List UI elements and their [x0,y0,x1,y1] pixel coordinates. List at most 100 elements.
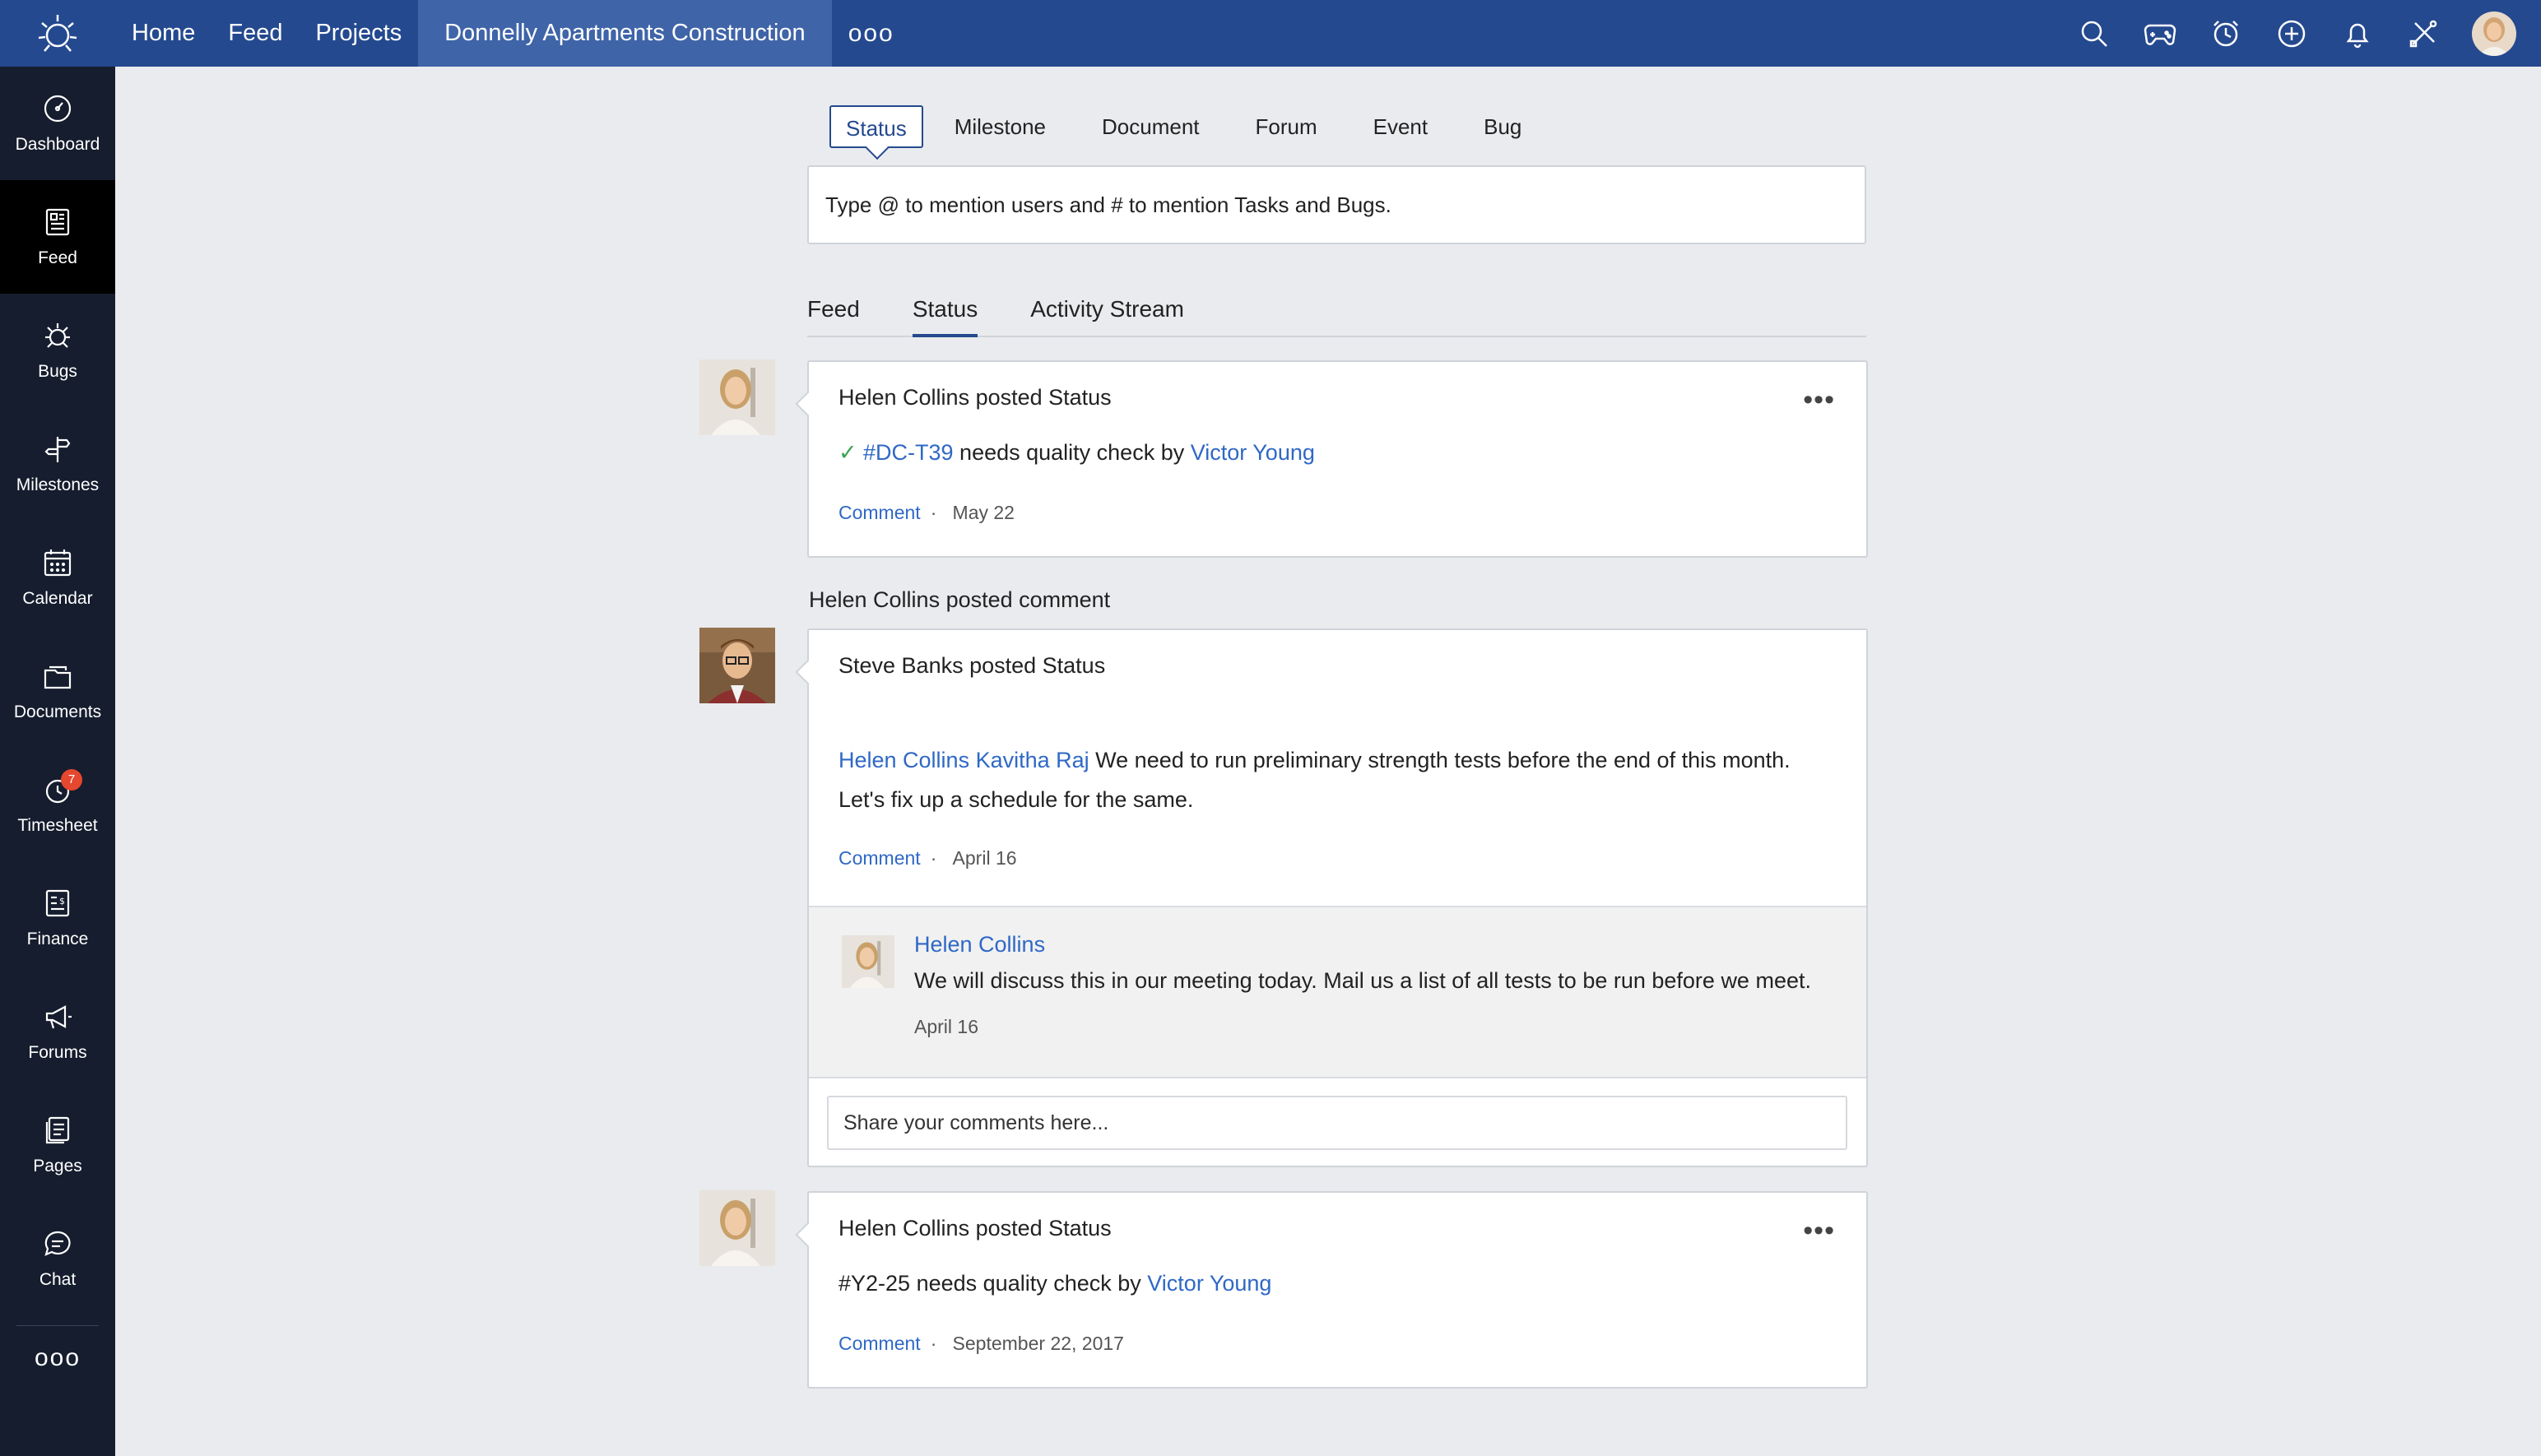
post-context: Helen Collins posted comment [809,587,1111,612]
stream-tabs: Feed Status Activity Stream [807,296,1866,337]
stream-tab-status[interactable]: Status [912,296,978,337]
sidebar-item-label: Bugs [38,362,77,381]
sidebar-item-label: Documents [13,702,102,721]
tools-icon[interactable] [2406,16,2441,51]
post-date: April 16 [952,847,1017,869]
top-bar: Home Feed Projects Donnelly Apartments C… [0,0,2541,67]
folder-icon [41,660,74,693]
sidebar-item-label: Forums [28,1043,87,1062]
nav-feed[interactable]: Feed [211,0,299,67]
sidebar-item-finance[interactable]: $ Finance [0,861,115,975]
tab-status[interactable]: Status [829,105,923,148]
sidebar-item-pages[interactable]: Pages [0,1088,115,1202]
comment-link[interactable]: Comment [838,502,921,523]
nav-projects[interactable]: Projects [299,0,418,67]
meta-separator: · [930,1333,937,1354]
reply-date: April 16 [914,1016,978,1037]
task-tag-link[interactable]: #DC-T39 [863,440,954,465]
task-tag[interactable]: #Y2-25 [838,1271,910,1296]
tab-milestone[interactable]: Milestone [927,105,1074,148]
post-card: Steve Banks posted Status Helen Collins … [807,628,1868,1167]
plus-circle-icon[interactable] [2274,16,2309,51]
avatar [842,935,894,988]
post-meta: Comment · May 22 [838,502,1015,524]
sidebar-item-documents[interactable]: Documents [0,634,115,748]
nav-more-button[interactable]: ooo [832,0,911,67]
sidebar-item-feed[interactable]: Feed [0,180,115,294]
nav-home[interactable]: Home [115,0,211,67]
post-text: needs quality check by [959,440,1185,465]
sidebar-item-label: Pages [33,1157,82,1175]
sidebar-more-button[interactable]: ooo [0,1326,115,1372]
tab-event[interactable]: Event [1345,105,1456,148]
mention-link[interactable]: Victor Young [1191,440,1315,465]
gamepad-icon[interactable] [2143,16,2177,51]
sidebar-item-label: Dashboard [15,135,100,154]
post-body: ✓ #DC-T39 needs quality check by Victor Y… [838,433,1315,472]
post-menu-button[interactable]: ••• [1803,386,1835,414]
top-icons [2046,0,2516,67]
post-text-line1: We need to run preliminary strength test… [1095,748,1791,772]
search-icon[interactable] [2077,16,2111,51]
app-logo-icon[interactable] [0,0,115,67]
stream-tab-feed[interactable]: Feed [807,296,860,337]
nav-current-project[interactable]: Donnelly Apartments Construction [418,0,832,67]
post-date: May 22 [952,502,1015,523]
post-meta: Comment · April 16 [838,847,1017,869]
sidebar-item-label: Chat [39,1270,77,1289]
post-menu-button[interactable]: ••• [1803,1217,1835,1245]
comment-input[interactable]: Share your comments here... [827,1096,1847,1150]
tab-document[interactable]: Document [1074,105,1228,148]
post-title: Steve Banks posted Status [838,653,1106,678]
post-title: Helen Collins posted Status [838,385,1112,410]
post-date: September 22, 2017 [952,1333,1124,1354]
avatar [699,628,775,703]
calendar-icon [41,546,74,579]
post-body: #Y2-25 needs quality check by Victor You… [838,1264,1271,1303]
meta-separator: · [930,847,937,869]
sidebar-item-calendar[interactable]: Calendar [0,521,115,634]
comment-link[interactable]: Comment [838,1333,921,1354]
mention-link[interactable]: Victor Young [1147,1271,1271,1296]
finance-icon: $ [41,887,74,920]
sidebar-item-milestones[interactable]: Milestones [0,407,115,521]
meta-separator: · [930,502,937,523]
post-text-line2: Let's fix up a schedule for the same. [838,787,1194,812]
user-avatar[interactable] [2472,11,2516,56]
post-meta: Comment · September 22, 2017 [838,1333,1124,1355]
comment-link[interactable]: Comment [838,847,921,869]
sidebar-item-bugs[interactable]: Bugs [0,294,115,407]
top-nav: Home Feed Projects Donnelly Apartments C… [115,0,911,67]
post-card: Helen Collins posted Status ••• #Y2-25 n… [807,1191,1868,1389]
tab-forum[interactable]: Forum [1228,105,1345,148]
stream-tab-activity-stream[interactable]: Activity Stream [1030,296,1184,337]
sidebar-item-timesheet[interactable]: 7 Timesheet [0,748,115,861]
sidebar-item-dashboard[interactable]: Dashboard [0,67,115,180]
bell-icon[interactable] [2340,16,2375,51]
pages-icon [41,1114,74,1147]
svg-text:$: $ [59,896,65,907]
sidebar-item-chat[interactable]: Chat [0,1202,115,1315]
reply-author-link[interactable]: Helen Collins [914,932,1045,958]
sidebar-item-label: Calendar [22,589,93,608]
status-input[interactable]: Type @ to mention users and # to mention… [807,165,1866,244]
sidebar: Dashboard Feed Bugs Milestones Calendar … [0,67,115,1456]
signpost-icon [41,433,74,466]
dashboard-icon [41,92,74,125]
reply-text: We will discuss this in our meeting toda… [914,968,1811,993]
chat-icon [41,1227,74,1260]
post-card: Helen Collins posted Status ••• ✓ #DC-T39… [807,360,1868,558]
mention-link[interactable]: Helen Collins Kavitha Raj [838,748,1089,772]
sidebar-item-label: Milestones [16,475,100,494]
composer-tabs: Status Milestone Document Forum Event Bu… [829,105,1549,148]
sidebar-item-forums[interactable]: Forums [0,975,115,1088]
alarm-clock-icon[interactable] [2209,16,2243,51]
bug-icon [41,319,74,352]
megaphone-icon [41,1000,74,1033]
sidebar-item-label: Feed [38,248,77,267]
tab-bug[interactable]: Bug [1456,105,1549,148]
check-icon: ✓ [838,440,857,465]
sidebar-item-label: Timesheet [17,816,98,835]
timesheet-badge: 7 [61,769,82,791]
post-title: Helen Collins posted Status [838,1216,1112,1240]
